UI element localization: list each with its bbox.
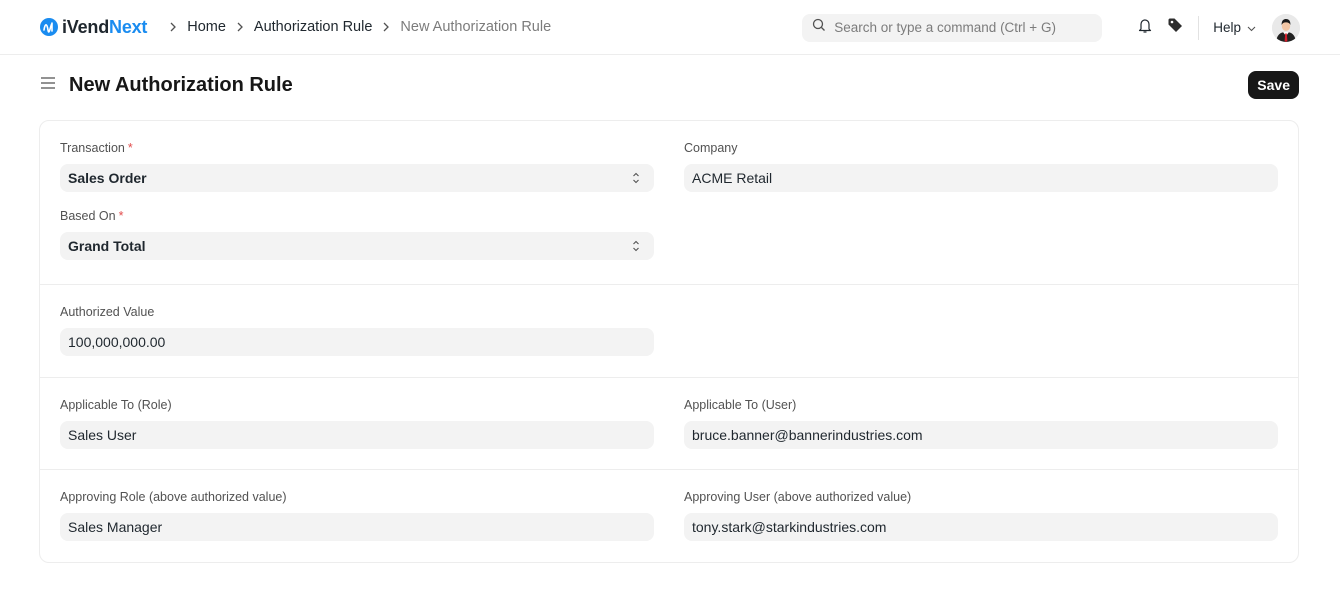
applicable-to-user-input[interactable]: bruce.banner@bannerindustries.com: [684, 421, 1278, 449]
help-label: Help: [1213, 20, 1241, 35]
tags-button[interactable]: [1160, 13, 1190, 43]
based-on-value: Grand Total: [68, 238, 146, 254]
company-label: Company: [684, 141, 738, 155]
approving-user-input[interactable]: tony.stark@starkindustries.com: [684, 513, 1278, 541]
avatar[interactable]: [1272, 13, 1300, 42]
required-indicator: *: [127, 141, 133, 155]
search-icon: [812, 18, 826, 37]
chevron-right-icon: [382, 22, 390, 32]
section-transaction: Transaction * Sales Order Based On * Grand…: [40, 121, 1298, 285]
sidebar-toggle-button[interactable]: [40, 76, 58, 95]
select-arrows-icon: [632, 170, 640, 186]
approving-role-value: Sales Manager: [68, 519, 163, 535]
authorized-value: 100,000,000.00: [68, 334, 166, 350]
breadcrumb-current: New Authorization Rule: [400, 19, 552, 35]
transaction-value: Sales Order: [68, 170, 147, 186]
company-input[interactable]: ACME Retail: [684, 164, 1278, 192]
search-input[interactable]: [834, 20, 1085, 35]
applicable-to-role-label: Applicable To (Role): [60, 398, 172, 412]
approving-user-label: Approving User (above authorized value): [684, 490, 912, 504]
navbar-right: Help: [802, 0, 1300, 55]
field-based-on: Based On * Grand Total: [60, 208, 654, 260]
form-card: Transaction * Sales Order Based On * Grand…: [39, 120, 1299, 563]
section-applicable-to: Applicable To (Role) Sales User Applicab…: [40, 378, 1298, 470]
field-company: Company ACME Retail: [684, 140, 1278, 192]
breadcrumb-home[interactable]: Home: [187, 19, 226, 35]
notifications-button[interactable]: [1130, 13, 1160, 43]
hamburger-icon: [41, 76, 55, 89]
save-button[interactable]: Save: [1248, 71, 1299, 99]
approving-user-value: tony.stark@starkindustries.com: [692, 519, 887, 535]
brand-name: iVendNext: [62, 16, 148, 37]
chevron-down-icon: [1247, 20, 1256, 35]
ivend-logo-icon: [40, 18, 58, 36]
authorized-value-label: Authorized Value: [60, 305, 155, 319]
chevron-right-icon: [169, 22, 177, 32]
approving-role-input[interactable]: Sales Manager: [60, 513, 654, 541]
breadcrumb-authorization-rule[interactable]: Authorization Rule: [254, 19, 373, 35]
applicable-to-role-value: Sales User: [68, 427, 137, 443]
page-title: New Authorization Rule: [69, 73, 293, 96]
approving-role-label: Approving Role (above authorized value): [60, 490, 287, 504]
authorized-value-input[interactable]: 100,000,000.00: [60, 328, 654, 356]
transaction-select[interactable]: Sales Order: [60, 164, 654, 192]
search-bar[interactable]: [802, 13, 1103, 42]
applicable-to-role-input[interactable]: Sales User: [60, 421, 654, 449]
based-on-label: Based On *: [60, 209, 124, 223]
field-transaction: Transaction * Sales Order: [60, 140, 654, 192]
tag-icon: [1167, 17, 1183, 38]
company-value: ACME Retail: [692, 170, 773, 186]
field-applicable-to-user: Applicable To (User) bruce.banner@banner…: [684, 397, 1278, 449]
section-authorized-value: Authorized Value 100,000,000.00: [40, 285, 1298, 378]
field-approving-user: Approving User (above authorized value) …: [684, 489, 1278, 541]
field-approving-role: Approving Role (above authorized value) …: [60, 489, 654, 541]
field-authorized-value: Authorized Value 100,000,000.00: [60, 304, 654, 356]
required-indicator: *: [118, 209, 124, 223]
help-dropdown[interactable]: Help: [1213, 20, 1256, 35]
breadcrumb: Home Authorization Rule New Authorizatio…: [159, 19, 551, 35]
applicable-to-user-label: Applicable To (User): [684, 398, 797, 412]
based-on-select[interactable]: Grand Total: [60, 232, 654, 260]
applicable-to-user-value: bruce.banner@bannerindustries.com: [692, 427, 923, 443]
chevron-right-icon: [236, 22, 244, 32]
page-head: New Authorization Rule Save: [0, 55, 1340, 115]
transaction-label: Transaction *: [60, 141, 133, 155]
nav-divider: [1198, 15, 1200, 40]
section-approving: Approving Role (above authorized value) …: [40, 470, 1298, 562]
field-applicable-to-role: Applicable To (Role) Sales User: [60, 397, 654, 449]
navbar: iVendNext Home Authorization Rule New Au…: [0, 0, 1340, 55]
bell-icon: [1137, 17, 1153, 39]
select-arrows-icon: [632, 238, 640, 254]
brand-logo-link[interactable]: iVendNext: [40, 17, 147, 38]
